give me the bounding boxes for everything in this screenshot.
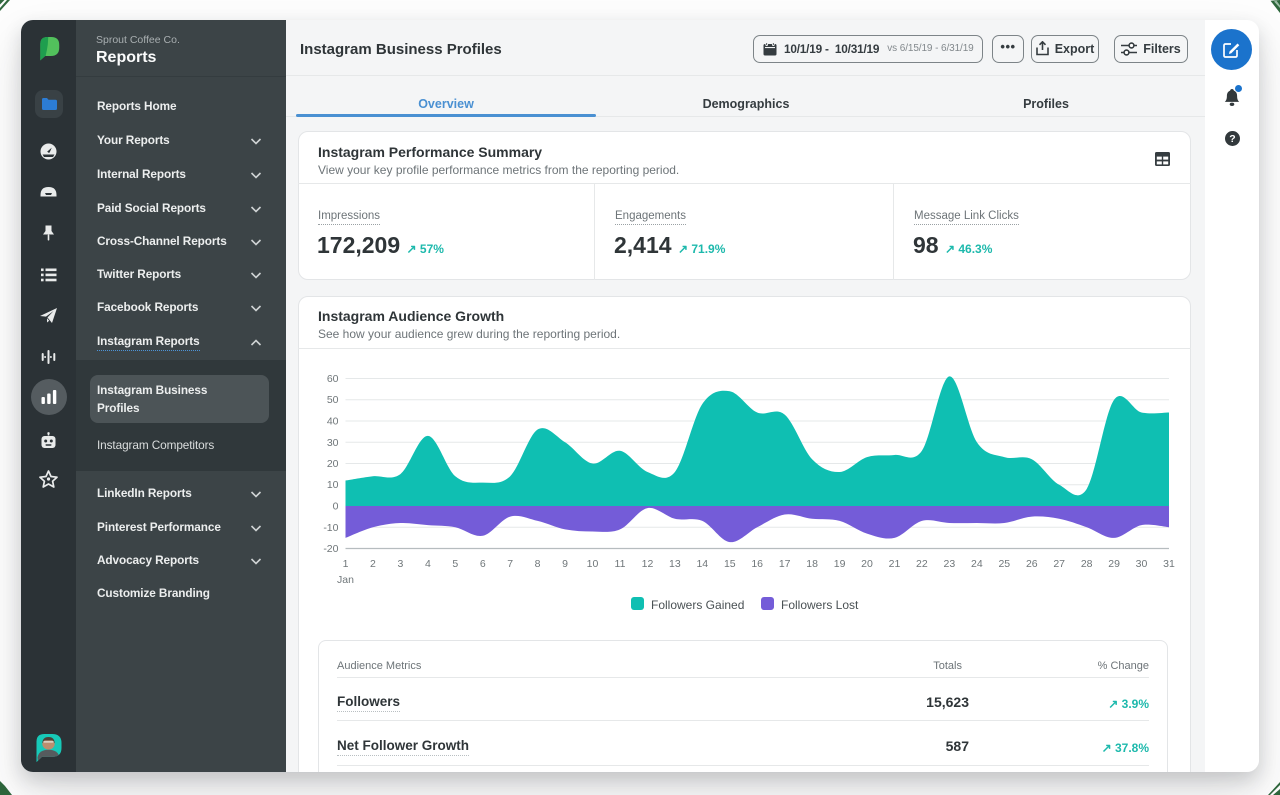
svg-text:?: ? <box>1229 133 1235 145</box>
